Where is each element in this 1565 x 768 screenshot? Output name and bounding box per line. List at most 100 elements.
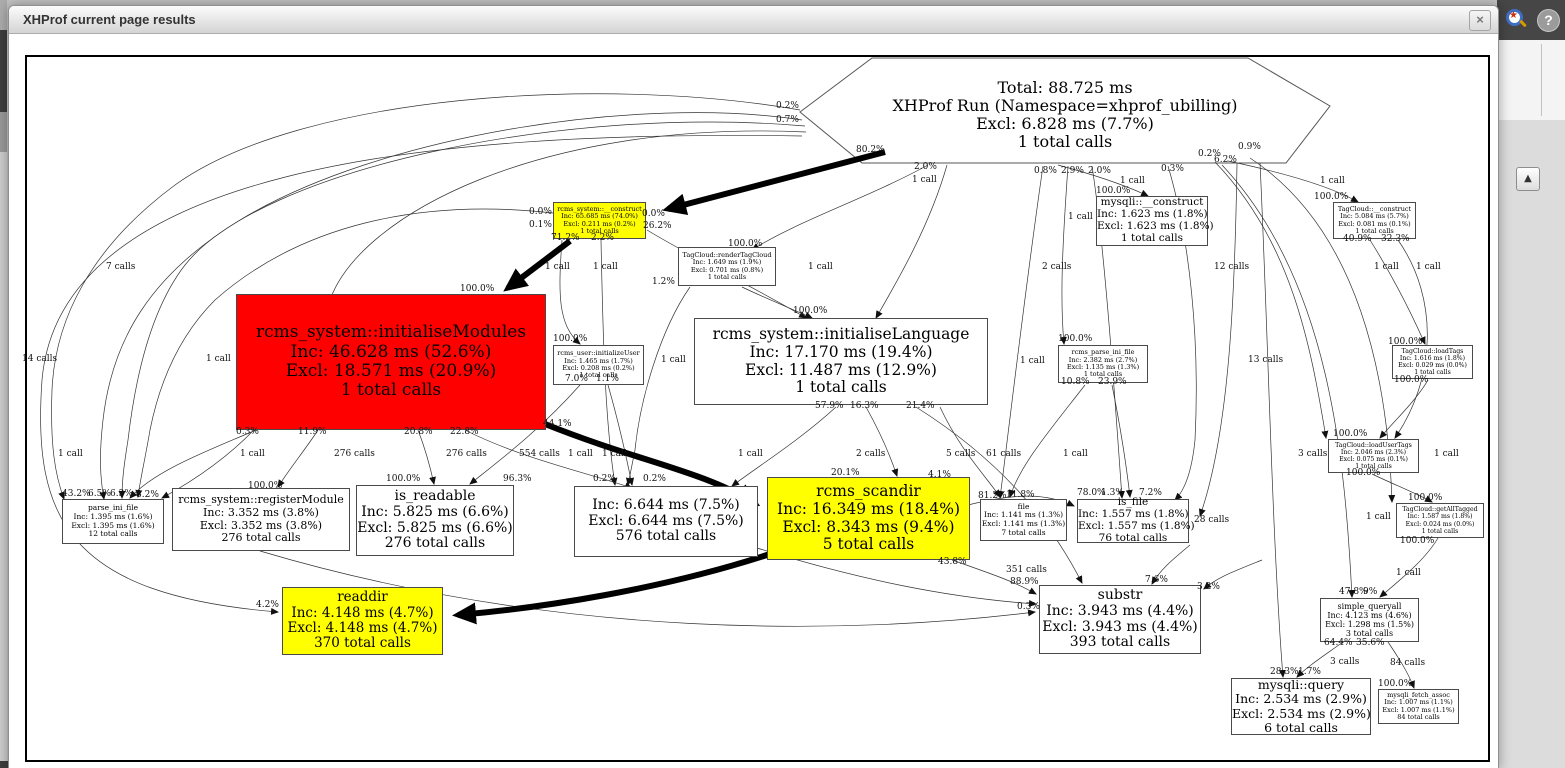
edge-label: 554 calls [519,450,560,459]
node-line: Inc: 46.628 ms (52.6%) [237,343,545,362]
edge-label: 100.0% [1346,469,1380,478]
edge-label: 43.8% [938,558,967,567]
node-line: Excl: 3.943 ms (4.4%) [1040,620,1200,636]
edge-label: 1 call [568,450,593,459]
edge-label: 32.3% [1381,235,1410,244]
node-line: 3 total calls [1321,629,1418,638]
node-line: 76 total calls [1078,533,1188,545]
edge-label: 100.0% [1400,537,1434,546]
node-line: Inc: 1.587 ms (1.8%) [1397,513,1483,520]
edge-label: 1.1% [596,375,619,384]
unnamed-node-node: Inc: 6.644 ms (7.5%)Excl: 6.644 ms (7.5%… [574,486,758,557]
edge-label: 1 call [808,263,833,272]
parse-ini-file-node: parse_ini_fileInc: 1.395 ms (1.6%)Excl: … [62,499,164,544]
help-icon[interactable]: ? [1537,9,1560,32]
node-line: 1 total calls [1397,528,1483,535]
edge-label: 6.3% [110,490,133,499]
node-line: Excl: 11.487 ms (12.9%) [695,362,987,380]
edge-label: 3 calls [1330,658,1359,667]
edge-label: 8.2% [136,491,159,500]
edge-label: 1 call [1068,213,1093,222]
edge-label: 100.0% [1314,193,1348,202]
mysqli-fetch-assoc-node: mysqli_fetch_assocInc: 1.007 ms (1.1%)Ex… [1378,689,1459,724]
edge-label: 1 call [545,263,570,272]
node-line: rcms_system::initialiseModules [237,323,545,342]
edge-label: 100.0% [386,475,420,484]
node-line: 84 total calls [1379,714,1458,721]
edge-label: 61 calls [986,450,1021,459]
edge-label: 35.6% [1356,639,1385,648]
edge-label: 1 call [738,450,763,459]
edge-label: 1 call [1434,450,1459,459]
node-line: 393 total calls [1040,635,1200,651]
edge-label: 100.0% [1408,494,1442,503]
node-line: Excl: 5.825 ms (6.6%) [357,521,513,537]
node-line: Excl: 6.828 ms (7.7%) [815,115,1315,133]
edge-label: 100.0% [553,335,587,344]
edge-label: 28 calls [1194,516,1229,525]
dialog-title: XHProf current page results [23,6,196,33]
is-readable-node: is_readableInc: 5.825 ms (6.6%)Excl: 5.8… [356,485,514,556]
node-line: Total: 88.725 ms [815,79,1315,97]
is-file-node: is_fileInc: 1.557 ms (1.8%)Excl: 1.557 m… [1077,499,1189,543]
node-line: Inc: 6.644 ms (7.5%) [575,498,757,514]
mysqli-construct-node: mysqli::__constructInc: 1.623 ms (1.8%)E… [1096,196,1208,246]
edge-label: 3.2% [1197,583,1220,592]
edge-label: 100.0% [1058,335,1092,344]
dialog-titlebar[interactable]: XHProf current page results × [9,6,1498,34]
screen: ★ ? ▲ XHProf current page results × [0,0,1565,768]
node-line: 370 total calls [283,636,442,651]
edge-label: 0.0% [529,208,552,217]
page-edge-strip [0,0,7,30]
search-magnifier-icon[interactable]: ★ [1505,8,1527,30]
close-icon[interactable]: × [1469,10,1491,31]
node-line: rcms_scandir [768,483,969,501]
edge-label: 100.0% [1333,430,1367,439]
node-line: Inc: 16.349 ms (18.4%) [768,501,969,519]
node-line: 5 total calls [768,536,969,554]
panel-divider [1541,44,1542,116]
node-line: Excl: 4.148 ms (4.7%) [283,621,442,636]
rcms-system-initialiselanguage-node: rcms_system::initialiseLanguageInc: 17.1… [694,318,988,405]
node-line: TagCloud::getAllTagged [1397,506,1483,513]
edge-label: 1 call [593,263,618,272]
node-line: XHProf Run (Namespace=xhprof_ubilling) [815,97,1315,115]
edge-label: 100.0% [1096,187,1130,196]
edge-label: 23.9% [1098,378,1127,387]
edge-label: 1 call [1320,177,1345,186]
edge-label: 100.0% [728,240,762,249]
node-line: Excl: 8.343 ms (9.4%) [768,519,969,537]
edge-label: 64.4% [1324,639,1353,648]
node-line: TagCloud::loadUserTags [1329,442,1418,449]
node-line: 1 total calls [695,379,987,397]
edge-label: 21.4% [906,402,935,411]
edge-label: 20.8% [404,428,433,437]
edge-label: 1 call [661,356,686,365]
node-line: Excl: 0.024 ms (0.0%) [1397,521,1483,528]
edge-label: 20.1% [831,469,860,478]
node-line: TagCloud::loadTags [1393,348,1472,355]
edge-label: 4.2% [256,601,279,610]
edge-label: 11.8% [1006,491,1035,500]
edge-label: 3 calls [1298,450,1327,459]
edge-label: 1 call [206,355,231,364]
node-line: 12 total calls [63,530,163,539]
edge-label: 0.0% [642,210,665,219]
edge-label: 0.2% [643,475,666,484]
edge-label: 12 calls [1214,263,1249,272]
scroll-up-button[interactable]: ▲ [1516,167,1540,191]
edge-label: 14 calls [22,355,57,364]
edge-label: 1 call [912,176,937,185]
file-node: fileInc: 1.141 ms (1.3%)Excl: 1.141 ms (… [980,499,1067,541]
edge-label: 0.2% [776,102,799,111]
rcms-system-registermodule-node: rcms_system::registerModuleInc: 3.352 ms… [172,488,350,551]
edge-label: 1 call [1416,263,1441,272]
node-line: 276 total calls [173,532,349,545]
edge-label: 43.2% [62,490,91,499]
edge-label: 7.6% [1145,576,1168,585]
edge-label: 16.3% [850,402,879,411]
edge-label: 71.2% [551,234,580,243]
edge-label: 0.8% [1034,167,1057,176]
edge-label: 2 calls [856,450,885,459]
edge-label: 0.3% [236,428,259,437]
